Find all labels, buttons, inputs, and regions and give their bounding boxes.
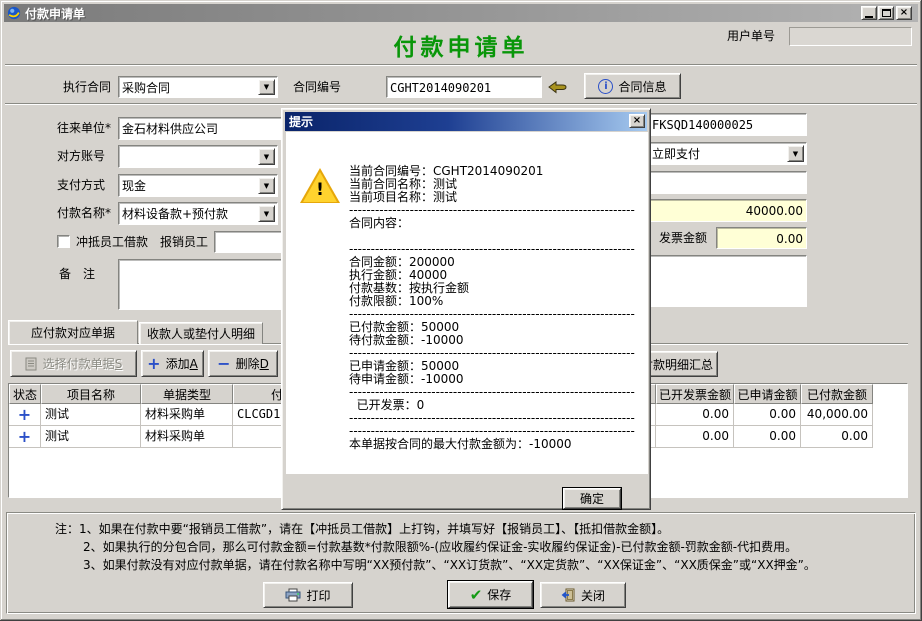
check-icon: ✔ bbox=[470, 588, 483, 602]
dialog-title: 提示 bbox=[289, 113, 313, 130]
header-separator bbox=[5, 64, 917, 66]
remove-icon: − bbox=[217, 358, 230, 370]
col-header-doctype[interactable]: 单据类型 bbox=[141, 384, 233, 404]
pay-timing-select[interactable]: 立即支付 ▼ bbox=[648, 142, 807, 165]
exec-contract-label: 执行合同 bbox=[63, 76, 111, 98]
pay-method-select[interactable]: 现金 ▼ bbox=[118, 174, 278, 197]
dialog-body: ! 当前合同编号：CGHT2014090201 当前合同名称：测试 当前项目名称… bbox=[286, 132, 648, 474]
pay-method-label: 支付方式 bbox=[57, 174, 105, 196]
contract-no-input[interactable]: CGHT2014090201 bbox=[386, 76, 542, 98]
user-no-label: 用户单号 bbox=[727, 27, 775, 45]
user-no-field[interactable] bbox=[789, 27, 912, 46]
account-label: 对方账号 bbox=[57, 145, 105, 167]
warning-icon: ! bbox=[300, 168, 340, 204]
info-icon: i bbox=[598, 79, 613, 94]
dropdown-icon[interactable]: ▼ bbox=[258, 177, 275, 194]
window-title: 付款申请单 bbox=[25, 5, 85, 22]
minimize-icon bbox=[865, 16, 873, 18]
page-title: 付款申请单 bbox=[0, 28, 922, 62]
delete-button[interactable]: − 删除D bbox=[208, 350, 278, 377]
add-icon: + bbox=[147, 358, 160, 370]
pay-name-label: 付款名称* bbox=[57, 202, 111, 224]
pay-name-select[interactable]: 材料设备款+预付款 ▼ bbox=[118, 202, 278, 225]
note-line-1: 注：1、如果在付款中要“报销员工借款”，请在【冲抵员工借款】上打钩，并填写好【报… bbox=[55, 520, 669, 537]
close-icon: × bbox=[900, 8, 908, 18]
col-header-status[interactable]: 状态 bbox=[9, 384, 41, 404]
prompt-dialog: 提示 × ! 当前合同编号：CGHT2014090201 当前合同名称：测试 当… bbox=[281, 108, 651, 510]
close-icon: × bbox=[633, 116, 641, 126]
document-icon bbox=[25, 357, 38, 371]
invoice-amount-label: 发票金额 bbox=[659, 227, 707, 249]
exit-door-icon bbox=[561, 588, 576, 602]
plus-icon[interactable]: + bbox=[18, 409, 31, 421]
printer-icon bbox=[285, 588, 301, 602]
reimburse-employee-label: 报销员工 bbox=[160, 231, 208, 253]
note-line-3: 3、如果付款没有对应付款单据，请在付款名称中写明“XX预付款”、“XX订货款”、… bbox=[83, 556, 816, 573]
maximize-button[interactable] bbox=[878, 6, 894, 20]
col-header-invoiced[interactable]: 已开发票金额 bbox=[656, 384, 734, 404]
dropdown-icon[interactable]: ▼ bbox=[787, 145, 804, 162]
save-button[interactable]: ✔ 保存 bbox=[448, 581, 533, 608]
col-header-project[interactable]: 项目名称 bbox=[41, 384, 141, 404]
tab-payable-docs[interactable]: 应付款对应单据 bbox=[8, 320, 138, 344]
note-line-2: 2、如果执行的分包合同，那么可付款金额=付款基数*付款限额%-(应收履约保证金-… bbox=[83, 538, 797, 555]
dropdown-icon[interactable]: ▼ bbox=[258, 79, 275, 95]
col-header-applied[interactable]: 已申请金额 bbox=[734, 384, 801, 404]
col-header-paid[interactable]: 已付款金额 bbox=[801, 384, 873, 404]
dropdown-icon[interactable]: ▼ bbox=[258, 148, 275, 165]
tab-payee-details[interactable]: 收款人或垫付人明细 bbox=[139, 322, 263, 344]
window-titlebar[interactable]: 付款申请单 bbox=[4, 4, 918, 22]
minimize-button[interactable] bbox=[861, 6, 877, 20]
ok-button[interactable]: 确定 bbox=[563, 488, 621, 509]
contract-info-button[interactable]: i 合同信息 bbox=[584, 73, 681, 99]
exec-contract-select[interactable]: 采购合同 ▼ bbox=[118, 76, 278, 98]
plus-icon[interactable]: + bbox=[18, 431, 31, 443]
select-payment-doc-button[interactable]: 选择付款单据S bbox=[10, 350, 137, 377]
memo-textarea[interactable] bbox=[648, 255, 807, 307]
close-form-button[interactable]: 关闭 bbox=[540, 582, 626, 608]
dropdown-icon[interactable]: ▼ bbox=[258, 205, 275, 222]
remark-label: 备 注 bbox=[59, 263, 95, 285]
dialog-message: 当前合同编号：CGHT2014090201 当前合同名称：测试 当前项目名称：测… bbox=[349, 165, 635, 451]
toprow-separator bbox=[5, 103, 917, 105]
payment-request-window: 付款申请单 × 付款申请单 用户单号 执行合同 采购合同 ▼ 合同编号 CGHT… bbox=[0, 0, 922, 621]
extra-input[interactable] bbox=[648, 171, 807, 194]
notes-panel: 注：1、如果在付款中要“报销员工借款”，请在【冲抵员工借款】上打钩，并填写好【报… bbox=[6, 512, 916, 614]
invoice-amount-input[interactable]: 0.00 bbox=[716, 227, 807, 249]
offset-loan-checkbox[interactable] bbox=[57, 235, 70, 248]
request-doc-no-input[interactable]: FKSQD140000025 bbox=[648, 113, 807, 136]
dialog-titlebar[interactable]: 提示 bbox=[285, 112, 647, 131]
offset-loan-label: 冲抵员工借款 bbox=[76, 231, 148, 253]
dialog-close-button[interactable]: × bbox=[629, 114, 645, 128]
unit-label: 往来单位* bbox=[57, 117, 111, 139]
hand-pointer-icon[interactable] bbox=[548, 79, 568, 95]
app-icon bbox=[7, 6, 21, 20]
close-button[interactable]: × bbox=[896, 6, 912, 20]
contract-no-label: 合同编号 bbox=[293, 76, 341, 98]
account-select[interactable]: ▼ bbox=[118, 145, 278, 168]
add-button[interactable]: + 添加A bbox=[141, 350, 204, 377]
maximize-icon bbox=[882, 9, 891, 17]
print-button[interactable]: 打印 bbox=[263, 582, 353, 608]
